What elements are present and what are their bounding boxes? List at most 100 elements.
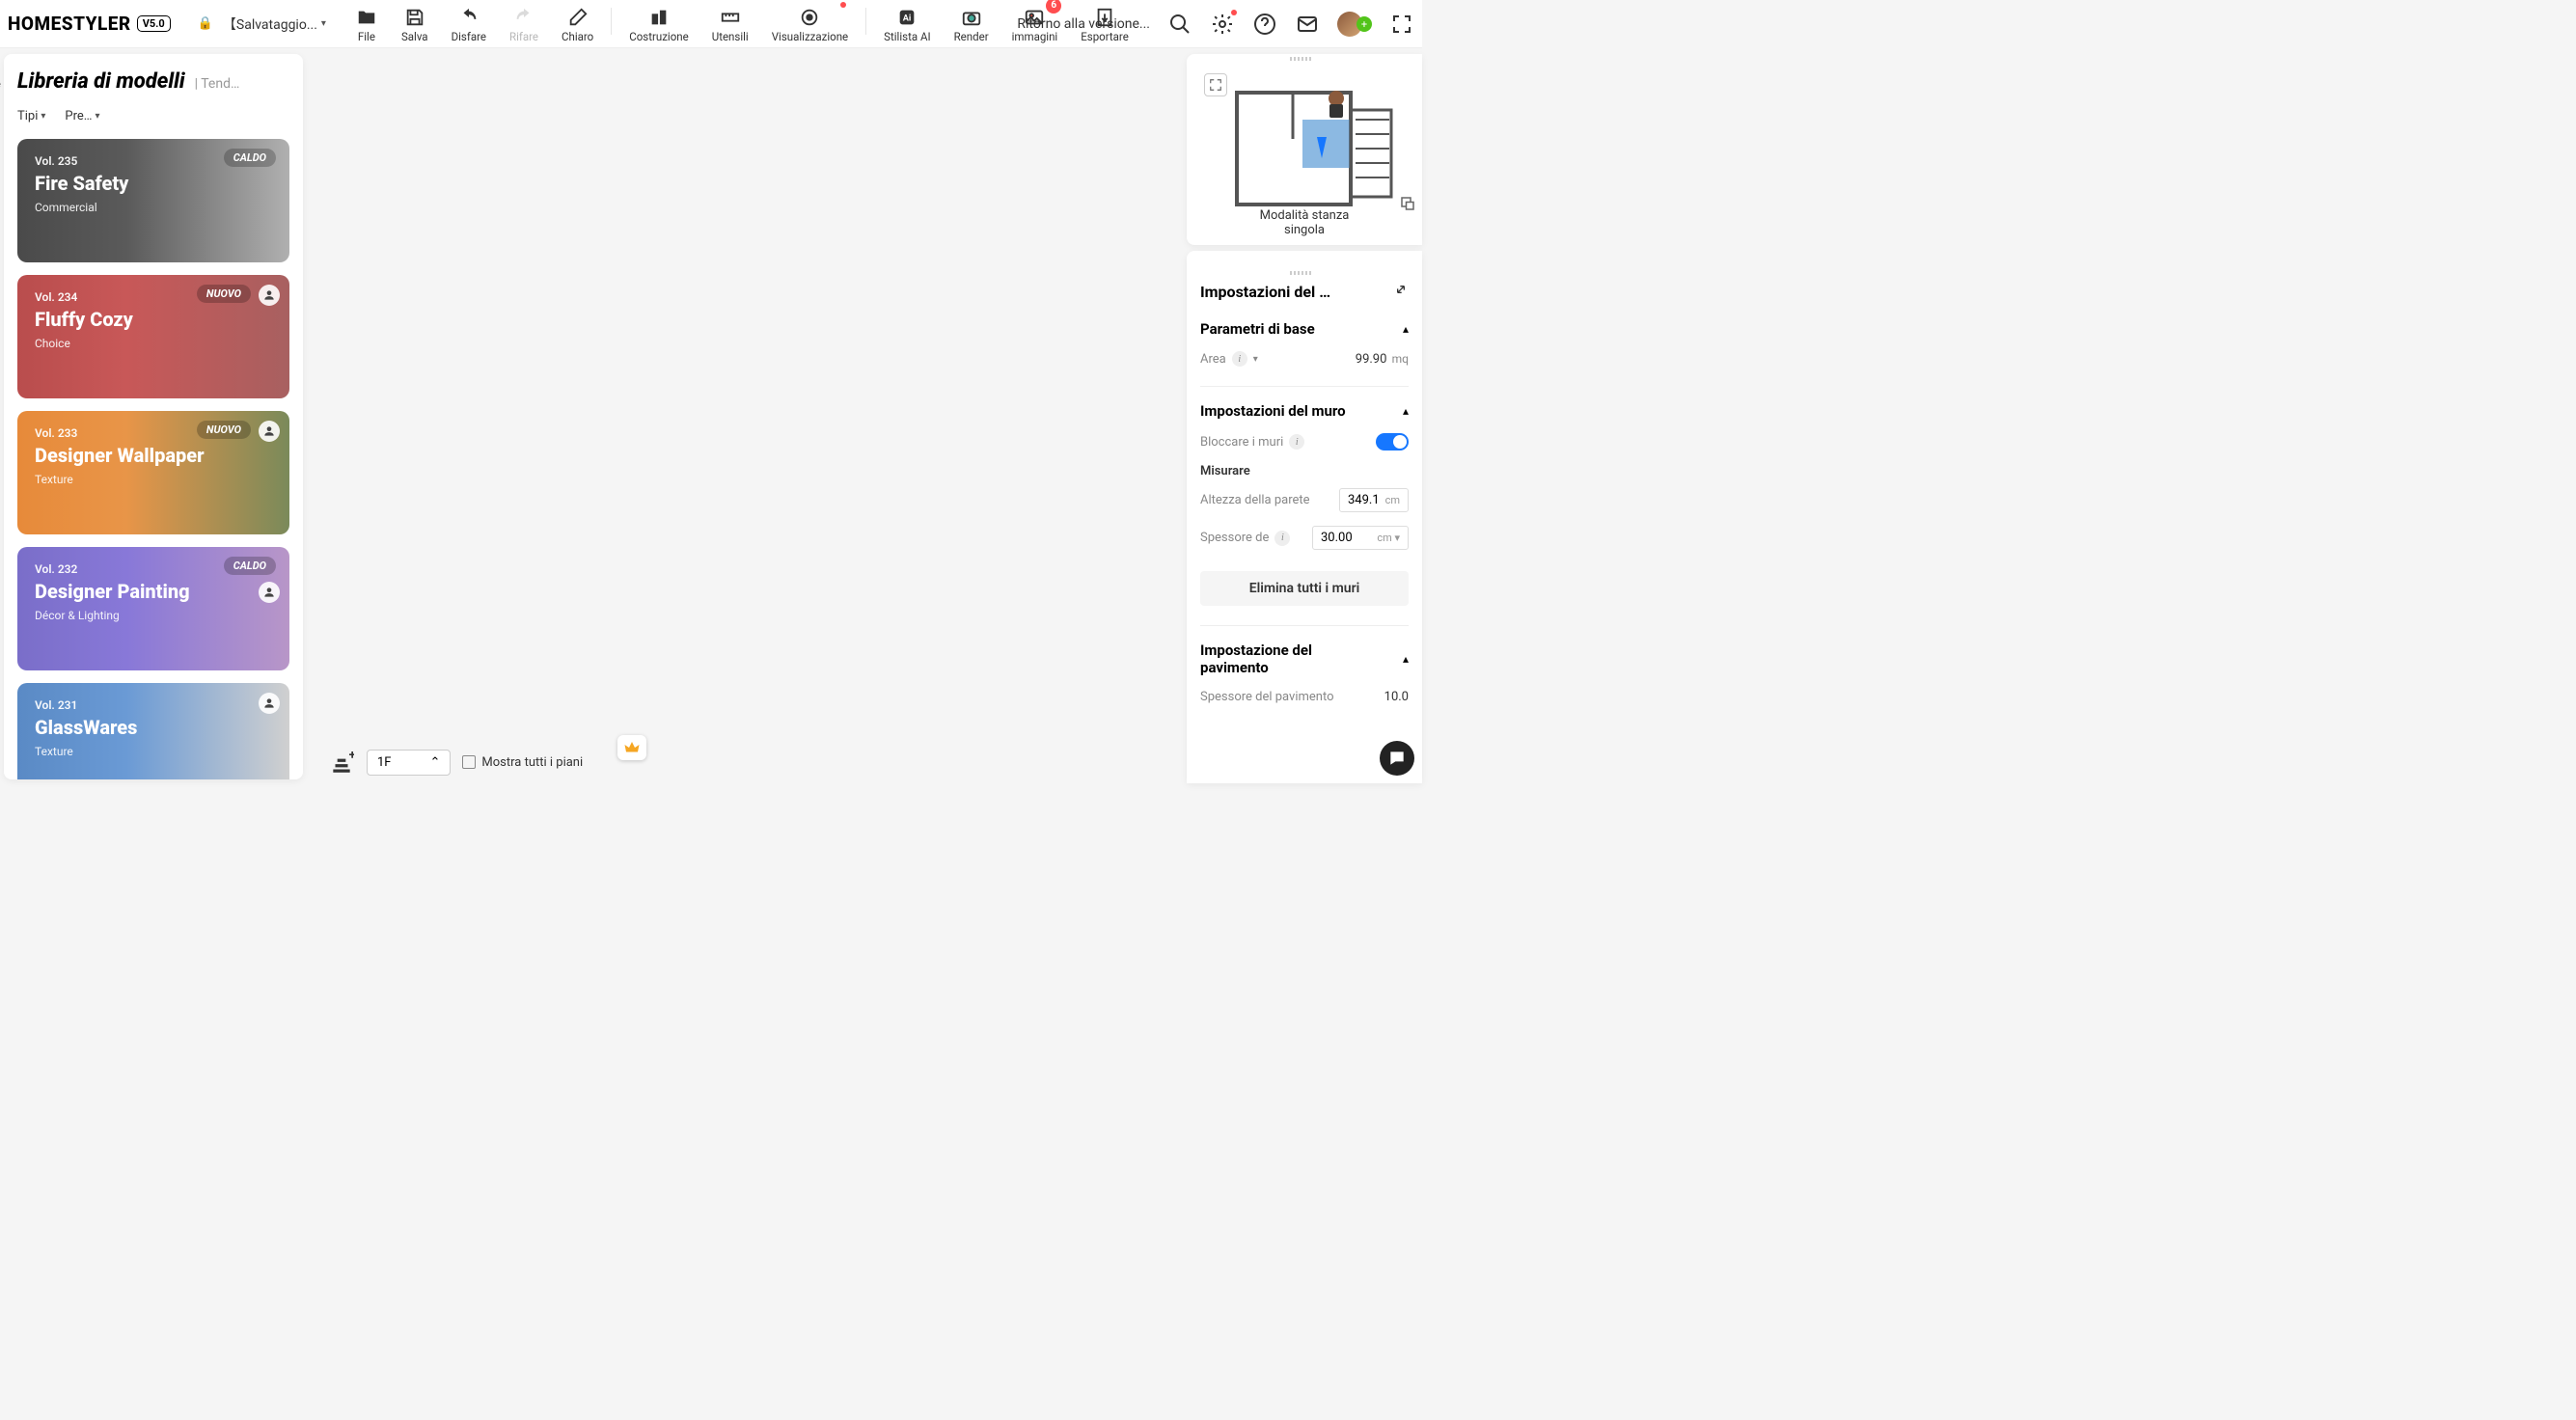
- drag-handle[interactable]: [1290, 271, 1319, 275]
- construction-menu[interactable]: Costruzione: [617, 0, 700, 48]
- ai-stylist-button[interactable]: Ai Stilista AI: [872, 0, 942, 48]
- wall-height-input[interactable]: 349.1 cm: [1339, 488, 1409, 512]
- user-avatar[interactable]: +: [1337, 12, 1372, 37]
- notification-dot: [1231, 10, 1237, 15]
- wall-height-value: 349.1: [1348, 493, 1380, 507]
- separator: [611, 8, 612, 35]
- svg-text:+: +: [349, 751, 354, 763]
- card-volume: Vol. 233: [35, 426, 272, 440]
- chevron-down-icon[interactable]: ▾: [1253, 354, 1258, 365]
- file-label: File: [358, 30, 375, 43]
- render-label: Render: [954, 30, 989, 43]
- library-card[interactable]: NUOVO Vol. 234 Fluffy Cozy Choice: [17, 275, 289, 398]
- card-list: CALDO Vol. 235 Fire Safety Commercial NU…: [17, 139, 289, 779]
- lock-walls-label: Bloccare i muri i: [1200, 434, 1304, 450]
- notification-dot: [840, 2, 846, 8]
- premium-badge[interactable]: [617, 735, 646, 760]
- wall-settings-header[interactable]: Impostazioni del muro ▴: [1200, 402, 1409, 420]
- show-all-floors-checkbox[interactable]: [462, 755, 476, 769]
- chat-fab[interactable]: [1380, 741, 1414, 776]
- area-row: Area i ▾ 99.90 mq: [1200, 351, 1409, 367]
- delete-walls-button[interactable]: Elimina tutti i muri: [1200, 571, 1409, 606]
- eye-icon: [798, 6, 821, 29]
- floor-settings-header[interactable]: Impostazione del pavimento ▴: [1200, 642, 1409, 676]
- basic-params-header[interactable]: Parametri di base ▴: [1200, 320, 1409, 338]
- filter-types[interactable]: Tipi▾: [17, 109, 45, 123]
- save-menu[interactable]: Salva: [390, 0, 440, 48]
- floor-settings-section: Impostazione del pavimento ▴ Spessore de…: [1200, 642, 1409, 704]
- room-mode-label[interactable]: Modalità stanza singola: [1246, 208, 1363, 237]
- floor-settings-title: Impostazione del pavimento: [1200, 642, 1364, 676]
- save-status-text: 【Salvataggio...: [223, 14, 317, 34]
- revert-version-link[interactable]: Ritorno alla versione...: [1017, 16, 1150, 32]
- library-card[interactable]: CALDO Vol. 235 Fire Safety Commercial: [17, 139, 289, 262]
- card-subtitle: Décor & Lighting: [35, 609, 272, 622]
- save-status-dropdown[interactable]: 🔒 【Salvataggio... ▾: [198, 14, 326, 34]
- floor-thickness-value: 10.0: [1384, 690, 1409, 704]
- info-icon[interactable]: i: [1274, 531, 1290, 546]
- help-button[interactable]: [1252, 12, 1277, 37]
- card-subtitle: Texture: [35, 473, 272, 486]
- search-button[interactable]: [1167, 12, 1192, 37]
- filter-price[interactable]: Pre…▾: [65, 109, 99, 123]
- filter-types-label: Tipi: [17, 109, 38, 123]
- undo-button[interactable]: Disfare: [440, 0, 498, 48]
- floor-selector[interactable]: 1F ⌃: [367, 750, 451, 776]
- save-icon: [403, 6, 426, 29]
- measure-label: Misurare: [1200, 464, 1409, 478]
- chevron-up-icon: ▴: [1403, 652, 1409, 666]
- card-title: Designer Wallpaper: [35, 444, 272, 467]
- construction-label: Costruzione: [629, 30, 689, 43]
- undo-icon: [457, 6, 480, 29]
- mail-button[interactable]: [1295, 12, 1320, 37]
- expand-panel-button[interactable]: [1393, 282, 1409, 301]
- library-card[interactable]: Vol. 231 GlassWares Texture: [17, 683, 289, 779]
- wall-thickness-value: 30.00: [1321, 531, 1353, 545]
- camera-icon: [960, 6, 983, 29]
- minimap-expand-button[interactable]: [1204, 73, 1227, 96]
- visualization-label: Visualizzazione: [772, 30, 848, 43]
- add-floor-button[interactable]: +: [328, 749, 355, 776]
- properties-title: Impostazioni del …: [1200, 283, 1330, 301]
- chevron-down-icon: ▾: [41, 111, 45, 122]
- separator: [865, 8, 866, 35]
- card-subtitle: Texture: [35, 745, 272, 758]
- settings-button[interactable]: [1210, 12, 1235, 37]
- drag-handle[interactable]: [1290, 57, 1319, 61]
- wall-height-row: Altezza della parete 349.1 cm: [1200, 488, 1409, 512]
- show-all-floors-label: Mostra tutti i piani: [481, 755, 583, 770]
- visualization-menu[interactable]: Visualizzazione: [760, 0, 860, 48]
- card-volume: Vol. 232: [35, 562, 272, 576]
- file-menu[interactable]: File: [343, 0, 390, 48]
- divider: [1200, 625, 1409, 626]
- fullscreen-button[interactable]: [1389, 12, 1414, 37]
- info-icon[interactable]: i: [1289, 434, 1304, 450]
- card-title: Fire Safety: [35, 172, 272, 195]
- wall-thickness-unit: cm ▾: [1377, 532, 1400, 544]
- floor-thickness-row: Spessore del pavimento 10.0: [1200, 690, 1409, 704]
- tools-menu[interactable]: Utensili: [700, 0, 760, 48]
- wall-thickness-row: Spessore de i 30.00 cm ▾: [1200, 526, 1409, 550]
- chevron-up-icon: ⌃: [430, 755, 441, 770]
- library-card[interactable]: CALDO Vol. 232 Designer Painting Décor &…: [17, 547, 289, 670]
- minimap-popout-button[interactable]: [1399, 195, 1416, 216]
- clear-button[interactable]: Chiaro: [550, 0, 605, 48]
- logo: HOMESTYLER: [8, 13, 131, 35]
- properties-header: Impostazioni del …: [1200, 282, 1409, 301]
- chevron-up-icon: ▴: [1403, 404, 1409, 418]
- library-card[interactable]: NUOVO Vol. 233 Designer Wallpaper Textur…: [17, 411, 289, 534]
- info-icon[interactable]: i: [1232, 351, 1247, 367]
- save-label: Salva: [401, 30, 428, 43]
- minimap-floorplan[interactable]: [1235, 91, 1393, 206]
- undo-label: Disfare: [452, 30, 486, 43]
- wall-height-unit: cm: [1385, 494, 1400, 506]
- wall-thickness-input[interactable]: 30.00 cm ▾: [1312, 526, 1409, 550]
- ruler-icon: [719, 6, 742, 29]
- minimap-panel: Modalità stanza singola: [1187, 54, 1422, 245]
- area-value: 99.90 mq: [1356, 352, 1409, 367]
- render-button[interactable]: Render: [943, 0, 1000, 48]
- lock-walls-toggle[interactable]: [1376, 433, 1409, 451]
- lock-icon: 🔒: [198, 16, 213, 31]
- redo-button: Rifare: [498, 0, 550, 48]
- floor-value: 1F: [377, 755, 392, 770]
